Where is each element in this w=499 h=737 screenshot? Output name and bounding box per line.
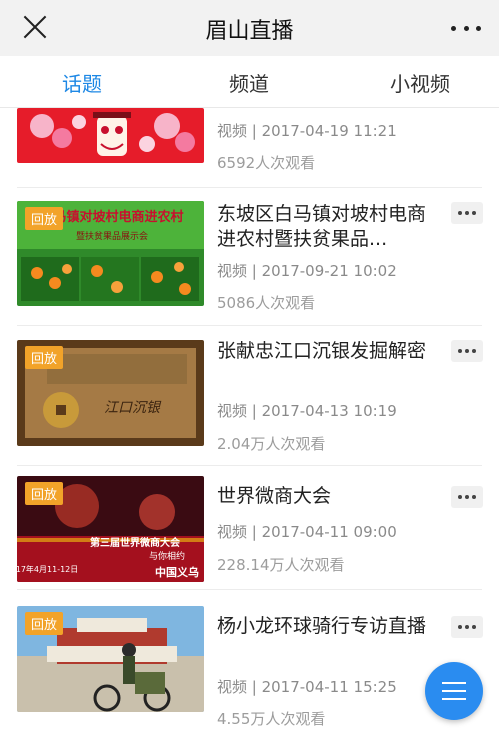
tab-topic[interactable]: 话题 xyxy=(62,68,102,97)
thumb-title-text: 第三届世界微商大会 xyxy=(90,536,180,549)
list-item[interactable]: 江口沉银 回放 张献忠江口沉银发掘解密 视频 | 2017-04-13 10:1… xyxy=(0,326,499,466)
item-title: 东坡区白马镇对坡村电商进农村暨扶贫果品... xyxy=(217,203,427,250)
thumb-title-text: 江口沉银 xyxy=(104,400,162,416)
thumbnail xyxy=(17,108,204,163)
thumbnail: 白马镇对坡村电商进农村 暨扶贫果品展示会 回放 xyxy=(17,201,204,306)
item-meta: 视频 | 2017-04-11 09:00 xyxy=(217,523,397,541)
ellipsis-icon[interactable] xyxy=(451,202,483,224)
thumbnail: 回放 xyxy=(17,606,204,712)
replay-badge: 回放 xyxy=(25,612,64,635)
item-views: 5086人次观看 xyxy=(217,294,316,312)
thumb-date-text: 17年4月11-12日 xyxy=(17,564,78,574)
replay-badge: 回放 xyxy=(25,207,64,230)
item-meta: 视频 | 2017-04-11 15:25 xyxy=(217,678,397,696)
item-views: 6592人次观看 xyxy=(217,154,316,172)
replay-badge: 回放 xyxy=(25,482,64,505)
item-title: 张献忠江口沉银发掘解密 xyxy=(217,340,427,362)
list-item[interactable]: 回放 杨小龙环球骑行专访直播 视频 | 2017-04-11 15:25 4.5… xyxy=(0,590,499,737)
item-meta: 视频 | 2017-04-13 10:19 xyxy=(217,402,397,420)
thumb-place-text: 中国义乌 xyxy=(155,565,199,579)
ellipsis-icon[interactable] xyxy=(451,340,483,362)
topic-list: 视频 | 2017-04-19 11:21 6592人次观看 白马镇对坡村电商进… xyxy=(0,108,499,737)
menu-lines-icon[interactable] xyxy=(425,662,483,720)
item-meta: 视频 | 2017-09-21 10:02 xyxy=(217,262,397,280)
list-item[interactable]: 第三届世界微商大会 与你相约 17年4月11-12日 中国义乌 回放 世界微商大… xyxy=(0,466,499,590)
item-meta: 视频 | 2017-04-19 11:21 xyxy=(217,122,397,140)
tab-bar: 话题 频道 小视频 xyxy=(0,56,499,108)
tab-short-video[interactable]: 小视频 xyxy=(390,68,450,97)
thumb-subtitle-text: 暨扶贫果品展示会 xyxy=(76,230,148,242)
item-views: 4.55万人次观看 xyxy=(217,710,326,728)
thumb-subtitle-text: 与你相约 xyxy=(149,550,185,562)
list-item[interactable]: 视频 | 2017-04-19 11:21 6592人次观看 xyxy=(0,108,499,188)
page-title: 眉山直播 xyxy=(205,19,294,44)
item-title: 世界微商大会 xyxy=(217,485,332,507)
item-title: 杨小龙环球骑行专访直播 xyxy=(217,615,427,637)
tab-channel[interactable]: 频道 xyxy=(229,68,269,97)
wedding-thumbnail-image xyxy=(17,108,204,163)
more-dots-icon[interactable] xyxy=(451,16,481,40)
top-bar: 眉山直播 xyxy=(0,0,499,56)
list-item[interactable]: 白马镇对坡村电商进农村 暨扶贫果品展示会 回放 东坡区白马镇对坡村电商进农村暨扶… xyxy=(0,188,499,326)
replay-badge: 回放 xyxy=(25,346,64,369)
ellipsis-icon[interactable] xyxy=(451,486,483,508)
item-views: 2.04万人次观看 xyxy=(217,435,326,453)
item-views: 228.14万人次观看 xyxy=(217,556,345,574)
thumbnail: 第三届世界微商大会 与你相约 17年4月11-12日 中国义乌 回放 xyxy=(17,476,204,582)
ellipsis-icon[interactable] xyxy=(451,616,483,638)
thumbnail: 江口沉银 回放 xyxy=(17,340,204,446)
